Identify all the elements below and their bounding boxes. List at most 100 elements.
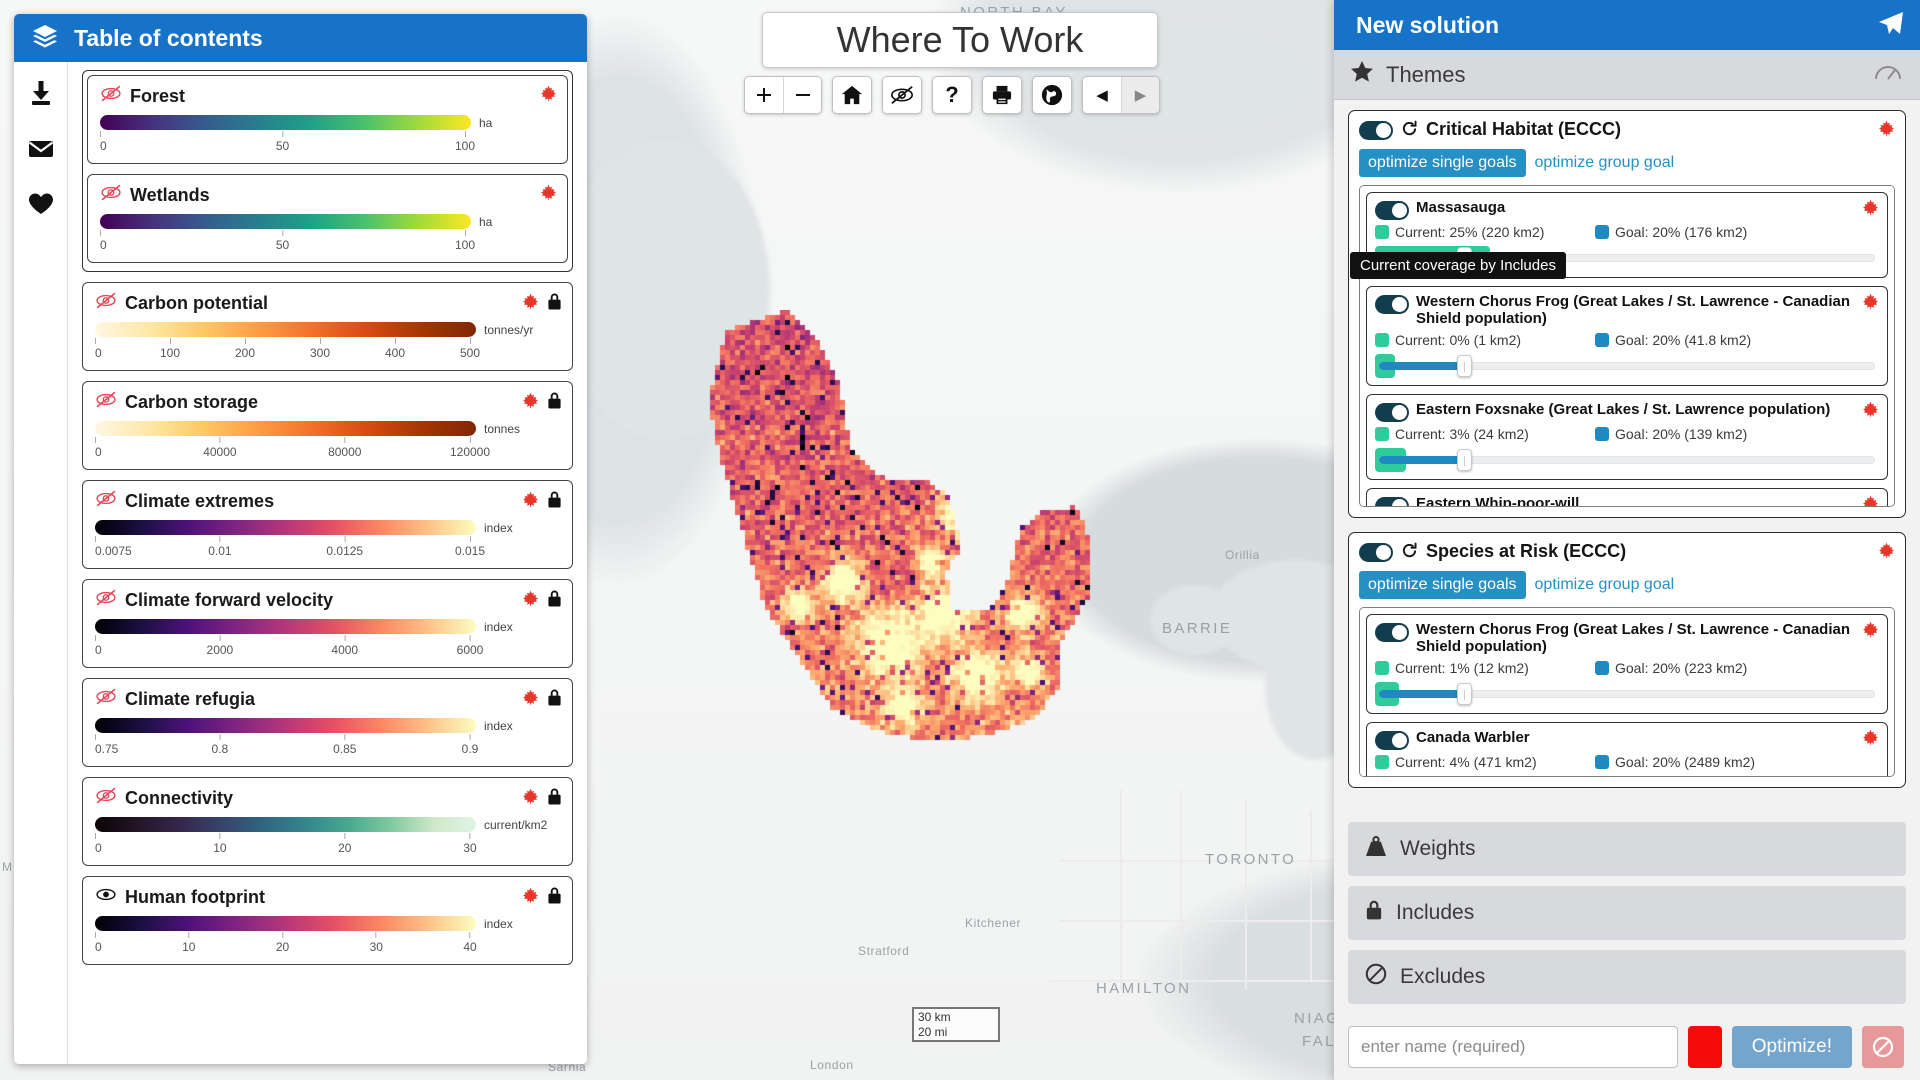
eye-slash-icon[interactable] (95, 688, 117, 710)
refresh-icon[interactable] (1401, 542, 1418, 564)
theme-toggle[interactable] (1359, 121, 1393, 140)
slider-handle[interactable] (1457, 777, 1472, 778)
feature-scroll-area[interactable]: Western Chorus Frog (Great Lakes / St. L… (1359, 607, 1895, 777)
gauge-icon[interactable] (1874, 61, 1902, 88)
print-button[interactable] (983, 77, 1021, 113)
feature-toggle[interactable] (1375, 730, 1409, 750)
lock-icon[interactable] (547, 688, 562, 712)
feature-card[interactable]: Canada Warbler Current: 4% (471 km2) Goal:… (1366, 721, 1888, 778)
eye-slash-icon[interactable] (100, 85, 122, 107)
tab-optimize-group-goal[interactable]: optimize group goal (1526, 149, 1684, 177)
next-button[interactable]: ▶ (1121, 77, 1159, 113)
feature-card[interactable]: Western Chorus Frog (Great Lakes / St. L… (1366, 286, 1888, 386)
layer-card[interactable]: Climate extremes index 0.0075 0.01 0.0125 0.0… (82, 480, 573, 569)
layer-card[interactable]: Forest ha 0 50 100 (87, 75, 568, 164)
eye-slash-icon[interactable] (95, 787, 117, 809)
legend-tick-label: 6000 (456, 643, 484, 657)
download-icon[interactable] (29, 80, 53, 111)
feature-toggle[interactable] (1375, 496, 1409, 506)
eye-slash-icon[interactable] (95, 391, 117, 413)
theme-toggle[interactable] (1359, 543, 1393, 562)
lock-icon[interactable] (547, 787, 562, 811)
hide-layers-button[interactable] (883, 77, 921, 113)
layer-card[interactable]: Wetlands ha 0 50 100 (87, 174, 568, 263)
solution-color-swatch[interactable] (1687, 1026, 1722, 1068)
feature-toggle[interactable] (1375, 623, 1409, 642)
map-place-label: TORONTO (1205, 851, 1297, 868)
goal-slider[interactable] (1375, 447, 1879, 472)
optimize-button[interactable]: Optimize! (1731, 1026, 1852, 1068)
eye-slash-icon[interactable] (100, 184, 122, 206)
theme-name: Critical Habitat (ECCC) (1426, 119, 1622, 139)
refresh-icon[interactable] (1401, 120, 1418, 142)
slider-handle[interactable] (1457, 448, 1472, 471)
layer-card[interactable]: Climate forward velocity index 0 2000 4000 60… (82, 579, 573, 668)
accordion-weights[interactable]: Weights (1348, 822, 1906, 876)
lock-icon[interactable] (547, 589, 562, 613)
basemap-button[interactable] (1033, 77, 1071, 113)
feature-card[interactable]: Eastern Foxsnake (Great Lakes / St. Lawr… (1366, 393, 1888, 480)
eye-icon[interactable] (95, 886, 117, 908)
layer-card[interactable]: Climate refugia index 0.75 0.8 0.85 0.9 (82, 678, 573, 767)
accordion-includes[interactable]: Includes (1348, 886, 1906, 940)
goal-slider[interactable] (1375, 681, 1879, 706)
tab-optimize-single-goals[interactable]: optimize single goals (1359, 571, 1526, 599)
zoom-out-button[interactable] (783, 77, 821, 113)
layer-list[interactable]: Forest ha 0 50 100 Wetlands ha 0 50 100 Carbon pot… (68, 62, 587, 1064)
theme-mode-tabs: optimize single goals optimize group goal (1359, 571, 1895, 599)
theme-header: Critical Habitat (ECCC) (1359, 119, 1895, 142)
favourite-icon[interactable] (28, 192, 54, 221)
paper-plane-icon[interactable] (1878, 11, 1904, 40)
slider-handle[interactable] (1457, 354, 1472, 377)
goal-slider[interactable] (1375, 353, 1879, 378)
tab-optimize-group-goal[interactable]: optimize group goal (1526, 571, 1684, 599)
themes-scroll-area[interactable]: Current coverage by Includes Critical Ha… (1334, 100, 1920, 822)
email-icon[interactable] (28, 139, 54, 164)
feature-card[interactable]: Western Chorus Frog (Great Lakes / St. L… (1366, 614, 1888, 714)
legend-tick-label: 20 (338, 841, 352, 855)
layer-card[interactable]: Carbon potential tonnes/yr 0 100 200 300 400 50… (82, 282, 573, 371)
legend-ticks: 0 10 20 30 (95, 833, 484, 859)
layer-badges (540, 184, 557, 206)
legend-ticks: 0 40000 80000 120000 (95, 437, 490, 463)
legend-tick: 10 (213, 833, 227, 855)
slider-handle[interactable] (1457, 682, 1472, 705)
layer-card[interactable]: Carbon storage tonnes 0 40000 80000 120000 (82, 381, 573, 470)
layer-card[interactable]: Connectivity current/km2 0 10 20 30 (82, 777, 573, 866)
solution-title: New solution (1356, 11, 1500, 38)
legend-tick-label: 0 (100, 238, 107, 252)
feature-header: Massasauga (1375, 199, 1879, 220)
feature-toggle[interactable] (1375, 402, 1409, 422)
eye-slash-icon[interactable] (95, 292, 117, 314)
feature-toggle[interactable] (1375, 295, 1409, 314)
layer-badges (522, 292, 562, 316)
map-title-box: Where To Work (762, 12, 1158, 68)
zoom-in-button[interactable] (745, 77, 783, 113)
maple-leaf-icon (1862, 621, 1879, 643)
feature-toggle[interactable] (1375, 201, 1409, 220)
lock-icon[interactable] (547, 886, 562, 910)
current-color-swatch (1375, 754, 1389, 769)
lock-icon[interactable] (547, 292, 562, 316)
help-button[interactable]: ? (933, 77, 971, 113)
eye-slash-icon[interactable] (95, 589, 117, 611)
cancel-button[interactable] (1862, 1026, 1904, 1068)
legend-color-ramp (95, 421, 476, 436)
layer-card[interactable]: Human footprint index 0 10 20 30 40 (82, 876, 573, 965)
prev-button[interactable]: ◀ (1083, 77, 1121, 113)
eye-slash-icon[interactable] (95, 490, 117, 512)
star-icon (1350, 60, 1374, 89)
slider-fill (1379, 361, 1461, 370)
lock-icon[interactable] (547, 490, 562, 514)
lock-icon[interactable] (547, 391, 562, 415)
maple-leaf-icon (1862, 401, 1879, 423)
home-button[interactable] (833, 77, 871, 113)
legend-tick-label: 50 (275, 139, 290, 153)
themes-section-bar[interactable]: Themes (1334, 50, 1920, 100)
feature-card[interactable]: Eastern Whip-poor-willCurrent: 26% (208 … (1366, 487, 1888, 506)
accordion-excludes[interactable]: Excludes (1348, 950, 1906, 1004)
feature-scroll-area[interactable]: Massasauga Current: 25% (220 km2) Goal: 20… (1359, 185, 1895, 507)
tab-optimize-single-goals[interactable]: optimize single goals (1359, 149, 1526, 177)
solution-name-input[interactable] (1348, 1026, 1678, 1068)
goal-slider[interactable] (1375, 775, 1879, 778)
